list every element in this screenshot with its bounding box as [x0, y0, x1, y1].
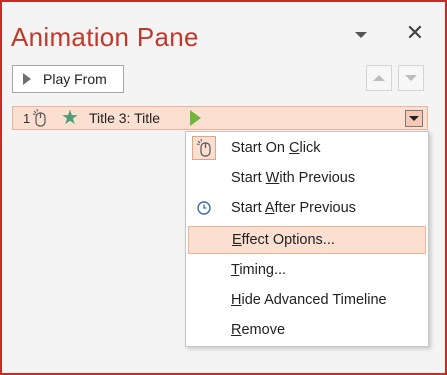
play-icon — [23, 73, 31, 85]
menu-item-label: Hide Advanced Timeline — [231, 292, 387, 308]
animation-context-menu: Start On Click Start With Previous Start… — [185, 131, 429, 347]
play-from-label: Play From — [43, 71, 107, 87]
entrance-effect-star-icon: ★ — [61, 107, 79, 129]
move-later-button[interactable] — [398, 65, 424, 91]
menu-item-timing[interactable]: Timing... — [188, 256, 426, 284]
chevron-down-icon — [409, 116, 419, 121]
menu-item-remove[interactable]: Remove — [188, 316, 426, 344]
pane-title: Animation Pane — [11, 22, 199, 52]
animation-item-row[interactable]: 1 ★ Title 3: Title — [12, 106, 428, 130]
timeline-bar-icon — [190, 110, 201, 126]
menu-item-hide-advanced-timeline[interactable]: Hide Advanced Timeline — [188, 286, 426, 314]
clock-icon — [192, 196, 216, 220]
menu-item-label: Remove — [231, 322, 286, 338]
task-pane-options-button[interactable] — [352, 26, 370, 44]
menu-item-label: Timing... — [231, 262, 287, 278]
animation-item-label: Title 3: Title — [88, 110, 160, 126]
play-from-button[interactable]: Play From — [12, 65, 124, 93]
menu-item-start-on-click[interactable]: Start On Click — [188, 134, 426, 162]
menu-item-label: Effect Options... — [232, 232, 335, 248]
menu-item-label: Start After Previous — [231, 200, 356, 216]
menu-item-start-with-previous[interactable]: Start With Previous — [188, 164, 426, 192]
arrow-up-icon — [373, 75, 385, 81]
menu-item-label: Start With Previous — [231, 170, 356, 186]
menu-item-effect-options[interactable]: Effect Options... — [188, 226, 426, 254]
animation-pane: Animation Pane ✕ Play From 1 ★ Title 3: … — [0, 0, 447, 375]
chevron-down-icon — [355, 32, 367, 38]
animation-item-dropdown-button[interactable] — [405, 110, 423, 127]
animation-order-number: 1 — [23, 110, 31, 126]
mouse-icon — [192, 136, 216, 160]
mouse-click-icon — [33, 109, 49, 127]
menu-item-label: Start On Click — [231, 140, 321, 156]
move-earlier-button[interactable] — [366, 65, 392, 91]
arrow-down-icon — [405, 75, 417, 81]
menu-item-start-after-previous[interactable]: Start After Previous — [188, 194, 426, 222]
close-icon[interactable]: ✕ — [405, 22, 425, 44]
